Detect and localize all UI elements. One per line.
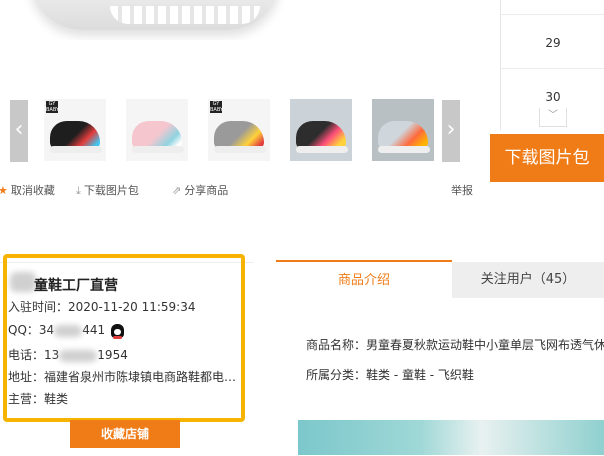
report-link[interactable]: 举报 <box>451 183 473 199</box>
star-icon: ★ <box>0 184 8 197</box>
unfavorite-button[interactable]: ★ 取消收藏 <box>0 183 55 199</box>
tab-product-intro[interactable]: 商品介绍 <box>276 260 452 300</box>
brand-logo: GY BABY <box>210 101 224 113</box>
product-category-line: 所属分类：鞋类 - 童鞋 - 飞织鞋 <box>306 368 474 382</box>
thumbnail-prev-button[interactable]: ‹ <box>10 100 28 162</box>
size-scroll-down-icon[interactable]: ﹀ <box>539 108 567 127</box>
share-icon: ⇗ <box>172 184 182 197</box>
thumbnail-4[interactable] <box>290 99 352 161</box>
size-option-29[interactable]: 29 <box>501 36 604 50</box>
thumbnail-1[interactable]: GY BABY <box>44 99 106 161</box>
highlight-frame <box>3 254 245 422</box>
download-pack-link[interactable]: ⤓ 下载图片包 <box>76 183 139 199</box>
share-product-link[interactable]: ⇗ 分享商品 <box>172 183 228 199</box>
thumbnail-next-button[interactable]: › <box>442 100 460 162</box>
download-icon: ⤓ <box>76 184 81 197</box>
brand-logo: GY BABY <box>46 101 60 113</box>
thumbnail-3[interactable]: GY BABY <box>208 99 270 161</box>
size-option-30[interactable]: 30 <box>501 90 604 104</box>
product-name-line: 商品名称：男童春夏秋款运动鞋中小童单层飞网布透气休 <box>306 338 604 352</box>
favorite-shop-button[interactable]: 收藏店铺 <box>70 420 180 448</box>
tab-followers[interactable]: 关注用户（45） <box>452 262 604 298</box>
download-image-pack-button[interactable]: 下载图片包 <box>490 134 604 182</box>
product-main-image <box>0 0 300 40</box>
thumbnail-2[interactable] <box>126 99 188 161</box>
thumbnail-5[interactable] <box>372 99 434 161</box>
product-detail-image <box>298 420 604 455</box>
size-selector: 29 30 ﹀ <box>500 0 604 130</box>
